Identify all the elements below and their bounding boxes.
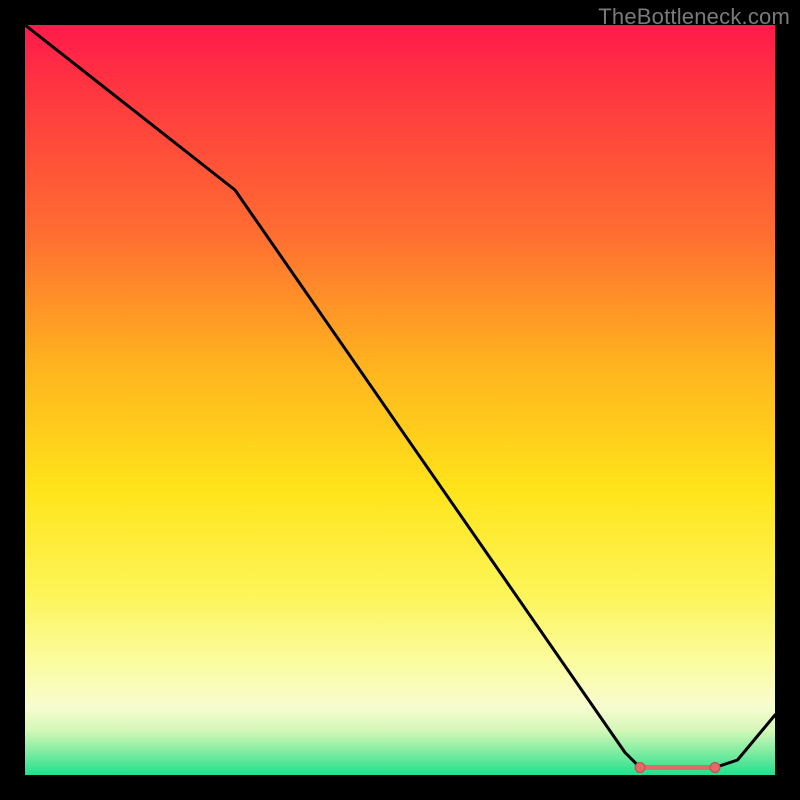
- plot-area: [25, 25, 775, 775]
- optimum-marker-1: [710, 763, 720, 773]
- optimum-markers: [635, 763, 720, 773]
- curve-layer: [25, 25, 775, 775]
- optimum-marker-0: [635, 763, 645, 773]
- chart-frame: TheBottleneck.com: [0, 0, 800, 800]
- data-line: [25, 25, 775, 768]
- watermark-text: TheBottleneck.com: [598, 4, 790, 30]
